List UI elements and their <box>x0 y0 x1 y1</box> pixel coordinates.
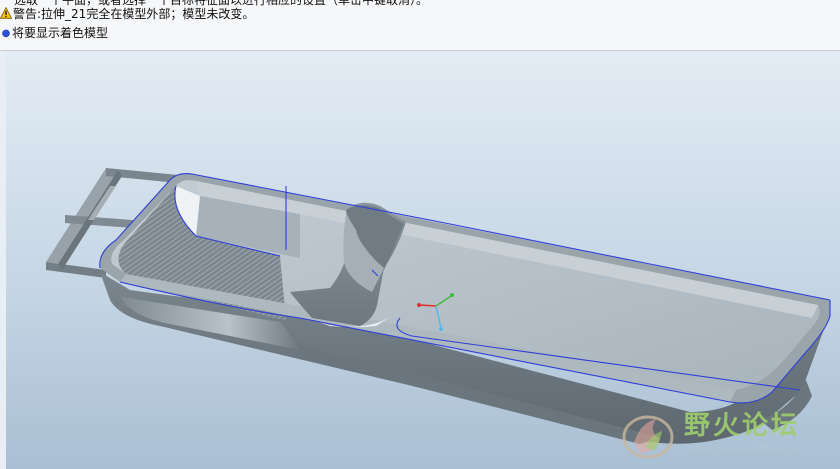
warning-prefix: 警告: <box>13 7 42 21</box>
viewport-left-border <box>0 51 6 469</box>
watermark-title: 野火论坛 <box>684 411 801 441</box>
warning-text: 拉伸_21完全在模型外部；模型未改变。 <box>41 7 255 21</box>
warning-icon <box>0 7 12 19</box>
tray-body <box>99 173 831 444</box>
forum-watermark: 野火论坛 www.proewildfire.cn <box>618 405 830 463</box>
watermark-url: www.proewildfire.cn <box>686 441 801 456</box>
message-line-3: ● 将要显示着色模型 <box>0 25 108 42</box>
info-bullet-icon: ● <box>1 28 11 39</box>
info-text: 将要显示着色模型 <box>12 26 109 40</box>
message-line-2: 警告:拉伸_21完全在模型外部；模型未改变。 <box>0 6 254 23</box>
flame-logo-icon <box>622 415 674 459</box>
message-area: 选取一个平面，或者选择一个目标特征面以进行相应的设置（单击中键取消）。 警告:拉… <box>0 0 840 51</box>
graphics-viewport[interactable]: 野火论坛 www.proewildfire.cn <box>0 51 840 469</box>
